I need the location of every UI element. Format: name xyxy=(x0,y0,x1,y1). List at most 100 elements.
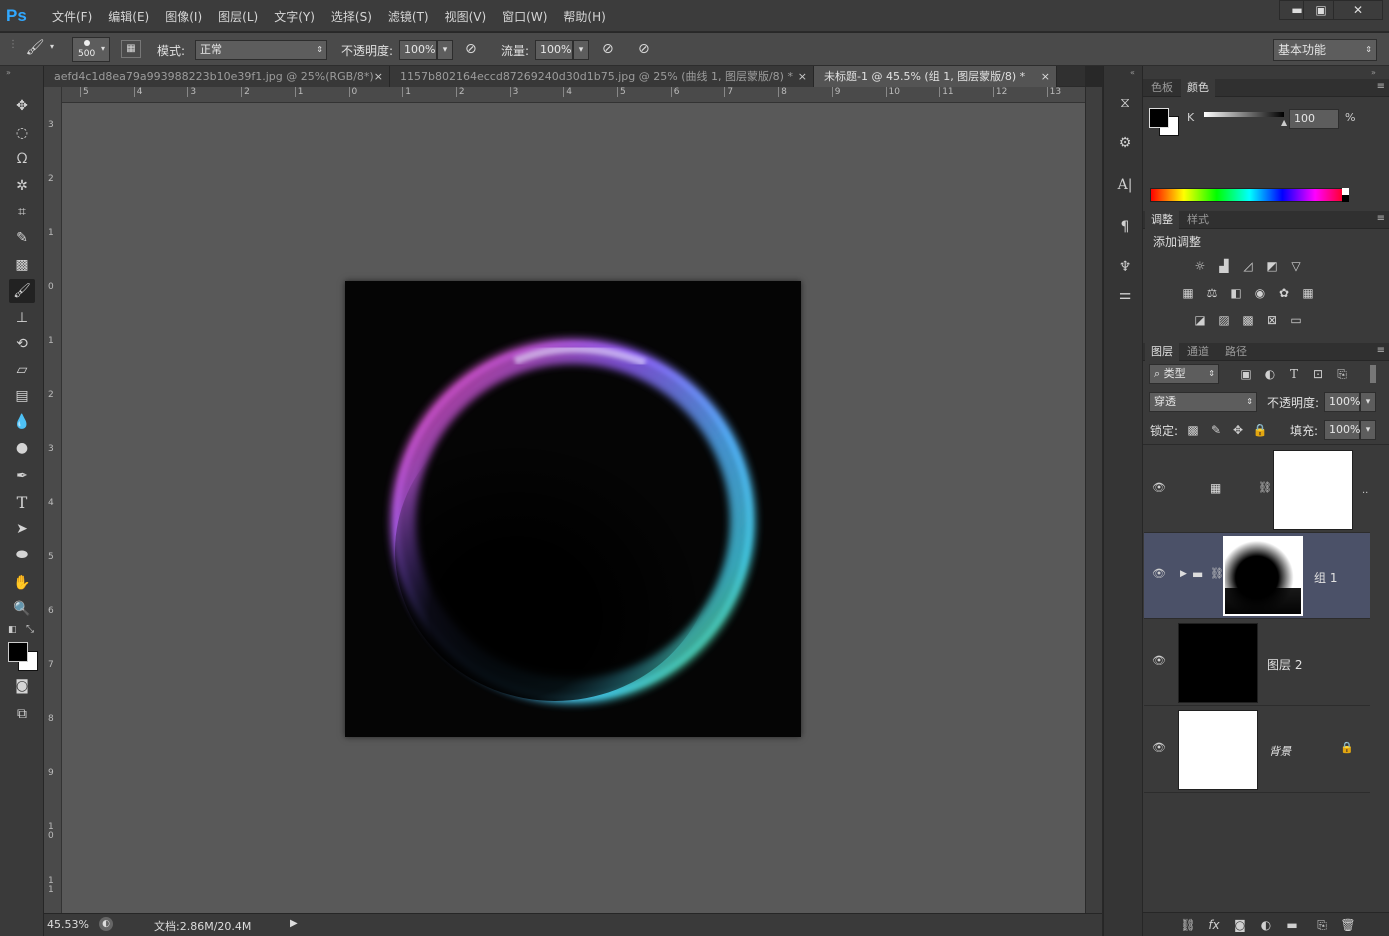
lasso-tool-icon[interactable]: ᘯ xyxy=(9,147,35,171)
pen-tool-icon[interactable]: ✒ xyxy=(9,464,35,488)
tab-swatches[interactable]: 色板 xyxy=(1145,79,1179,97)
opacity-dropdown[interactable]: ▾ xyxy=(437,40,453,60)
lock-transparent-icon[interactable]: ▩ xyxy=(1184,422,1202,438)
fill-input[interactable]: 100% xyxy=(1324,420,1360,440)
selective-color-icon[interactable]: ⊠ xyxy=(1263,312,1281,328)
menu-type[interactable]: 文字(Y) xyxy=(274,8,315,25)
new-layer-icon[interactable]: ⎘ xyxy=(1313,917,1331,933)
link-icon[interactable]: ⛓ xyxy=(1210,567,1224,580)
info-icon[interactable]: ◐ xyxy=(99,917,113,931)
brightness-icon[interactable]: ☼ xyxy=(1191,258,1209,274)
character-panel-icon[interactable]: A| xyxy=(1114,174,1136,196)
vibrance-icon[interactable]: ▽ xyxy=(1287,258,1305,274)
document-canvas[interactable] xyxy=(345,281,801,737)
brush-size-picker[interactable]: 500 ▾ xyxy=(72,37,110,62)
channel-mixer-icon[interactable]: ✿ xyxy=(1275,285,1293,301)
close-tab-icon[interactable]: × xyxy=(374,66,383,87)
tab-paths[interactable]: 路径 xyxy=(1219,343,1253,361)
gradient-tool-icon[interactable]: ▤ xyxy=(9,384,35,408)
hand-tool-icon[interactable]: ✋ xyxy=(9,571,35,595)
layer-thumbnail[interactable] xyxy=(1178,623,1258,703)
layer-row-adjustment[interactable]: 👁 ▦ ⛓ .. xyxy=(1144,447,1370,533)
k-value-input[interactable]: 100 xyxy=(1289,109,1339,129)
fg-swatch[interactable] xyxy=(1149,108,1169,128)
filter-adjustment-icon[interactable]: ◐ xyxy=(1261,366,1279,382)
visibility-eye-icon[interactable]: 👁 xyxy=(1152,741,1166,754)
brush-tool-icon[interactable]: 🖌 xyxy=(9,279,35,303)
swap-colors-icon[interactable]: ⤡ xyxy=(26,624,34,635)
tab-adjustments[interactable]: 调整 xyxy=(1145,211,1179,229)
levels-icon[interactable]: ▟ xyxy=(1215,258,1233,274)
layer-opacity-input[interactable]: 100% xyxy=(1324,392,1360,412)
expand-arrow-icon[interactable]: ▶ xyxy=(1180,569,1187,579)
quick-mask-icon[interactable]: ◙ xyxy=(9,674,35,698)
collapse-icon[interactable]: « xyxy=(1130,68,1135,77)
exposure-icon[interactable]: ◩ xyxy=(1263,258,1281,274)
k-slider[interactable] xyxy=(1204,112,1284,117)
panel-menu-icon[interactable]: ≡ xyxy=(1377,213,1385,224)
flow-dropdown[interactable]: ▾ xyxy=(573,40,589,60)
posterize-icon[interactable]: ▨ xyxy=(1215,312,1233,328)
delete-layer-icon[interactable]: 🗑 xyxy=(1339,917,1357,933)
add-mask-icon[interactable]: ◙ xyxy=(1231,917,1249,933)
layer-name[interactable]: 图层 2 xyxy=(1267,656,1302,673)
filter-type-icon[interactable]: T xyxy=(1285,366,1303,382)
path-selection-tool-icon[interactable]: ➤ xyxy=(9,517,35,541)
fx-icon[interactable]: fx xyxy=(1205,917,1223,933)
menu-help[interactable]: 帮助(H) xyxy=(563,8,605,25)
filter-shape-icon[interactable]: ⊡ xyxy=(1309,366,1327,382)
mode-select[interactable]: 正常 ⇕ xyxy=(195,40,327,60)
menu-window[interactable]: 窗口(W) xyxy=(502,8,547,25)
invert-icon[interactable]: ◪ xyxy=(1191,312,1209,328)
link-layers-icon[interactable]: ⛓ xyxy=(1179,917,1197,933)
layer-row-background[interactable]: 👁 背景 🔒 xyxy=(1144,707,1370,793)
menu-image[interactable]: 图像(I) xyxy=(165,8,202,25)
menu-layer[interactable]: 图层(L) xyxy=(218,8,258,25)
filter-toggle[interactable] xyxy=(1370,365,1376,383)
chevron-down-icon[interactable]: ▾ xyxy=(50,42,54,51)
default-colors-icon[interactable]: ◧ xyxy=(8,625,17,635)
history-brush-tool-icon[interactable]: ⟲ xyxy=(9,332,35,356)
tab-doc-2[interactable]: 1157b802164eccd87269240d30d1b75.jpg @ 25… xyxy=(390,66,814,87)
hue-saturation-icon[interactable]: ▦ xyxy=(1179,285,1197,301)
tab-styles[interactable]: 样式 xyxy=(1181,211,1215,229)
lock-all-icon[interactable]: 🔒 xyxy=(1251,422,1269,438)
group-mask-thumbnail[interactable] xyxy=(1223,536,1303,616)
brush-presets-icon[interactable]: ♆ xyxy=(1114,256,1136,278)
menu-file[interactable]: 文件(F) xyxy=(52,8,92,25)
filter-pixel-icon[interactable]: ▣ xyxy=(1237,366,1255,382)
fill-dropdown[interactable]: ▾ xyxy=(1360,420,1376,440)
visibility-eye-icon[interactable]: 👁 xyxy=(1152,481,1166,494)
tab-layers[interactable]: 图层 xyxy=(1145,343,1179,361)
layer-name[interactable]: 背景 xyxy=(1269,743,1291,759)
clone-stamp-tool-icon[interactable]: ⊥ xyxy=(9,306,35,330)
panel-menu-icon[interactable]: ≡ xyxy=(1377,345,1385,356)
tab-doc-1[interactable]: aefd4c1d8ea79a993988223b10e39f1.jpg @ 25… xyxy=(44,66,390,87)
slider-handle-icon[interactable]: ▲ xyxy=(1281,118,1287,127)
screen-mode-icon[interactable]: ⧉ xyxy=(9,702,35,726)
airbrush-icon[interactable]: ⊘ xyxy=(602,41,614,57)
color-balance-icon[interactable]: ⚖ xyxy=(1203,285,1221,301)
zoom-tool-icon[interactable]: 🔍 xyxy=(9,597,35,621)
foreground-color-swatch[interactable] xyxy=(8,642,28,662)
layer-row-group[interactable]: 👁 ▶ ▬ ⛓ 组 1 xyxy=(1144,533,1370,619)
pressure-size-icon[interactable]: ⊘ xyxy=(638,41,650,57)
black-white-icon[interactable]: ◧ xyxy=(1227,285,1245,301)
tab-channels[interactable]: 通道 xyxy=(1181,343,1215,361)
color-lookup-icon[interactable]: ▦ xyxy=(1299,285,1317,301)
blur-tool-icon[interactable]: 💧 xyxy=(9,410,35,434)
menu-view[interactable]: 视图(V) xyxy=(445,8,487,25)
lock-position-icon[interactable]: ✥ xyxy=(1229,422,1247,438)
filter-smart-object-icon[interactable]: ⎘ xyxy=(1333,366,1351,382)
opacity-dropdown[interactable]: ▾ xyxy=(1360,392,1376,412)
close-tab-icon[interactable]: × xyxy=(1041,66,1050,87)
vertical-scrollbar[interactable] xyxy=(1085,87,1102,913)
visibility-eye-icon[interactable]: 👁 xyxy=(1152,654,1166,667)
close-button[interactable]: ✕ xyxy=(1333,0,1383,20)
visibility-eye-icon[interactable]: 👁 xyxy=(1152,567,1166,580)
marquee-tool-icon[interactable]: ◌ xyxy=(9,121,35,145)
layer-mask-thumbnail[interactable] xyxy=(1273,450,1353,530)
tab-color[interactable]: 颜色 xyxy=(1181,79,1215,97)
ellipse-tool-icon[interactable]: ⬬ xyxy=(9,543,35,567)
layer-name[interactable]: 组 1 xyxy=(1314,569,1337,586)
